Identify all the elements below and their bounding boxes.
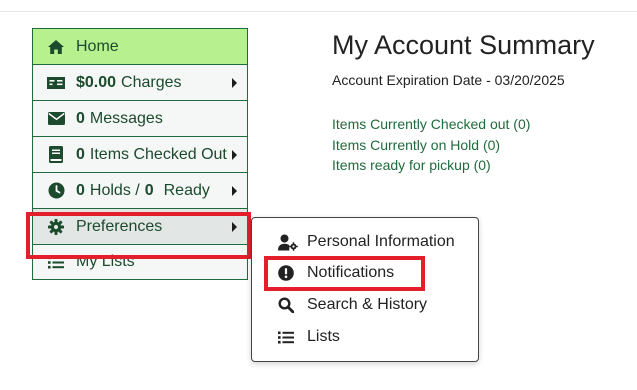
menu-item-lists[interactable]: Lists — [278, 322, 340, 352]
sidebar-item-label: Charges — [121, 73, 182, 91]
sidebar-item-messages[interactable]: 0 Messages — [32, 100, 248, 136]
sidebar-item-preferences[interactable]: Preferences — [32, 208, 248, 244]
account-sidebar: Home $0.00 Charges 0 Messages 0 Items Ch… — [32, 28, 248, 280]
menu-item-label: Lists — [307, 328, 340, 345]
sidebar-item-holds[interactable]: 0 Holds / 0 Ready — [32, 172, 248, 208]
account-summary-links: Items Currently Checked out (0) Items Cu… — [332, 114, 530, 176]
caret-right-icon — [232, 149, 237, 160]
holds-count: 0 — [76, 181, 85, 199]
exclamation-circle-icon — [278, 264, 298, 282]
menu-item-label: Notifications — [307, 264, 395, 281]
list-icon — [278, 328, 298, 346]
search-icon — [278, 296, 298, 314]
preferences-dropdown: Personal Information Notifications Searc… — [251, 217, 479, 362]
caret-right-icon — [232, 77, 237, 88]
clock-icon — [47, 182, 65, 200]
charges-amount: $0.00 — [76, 73, 117, 91]
menu-item-label: Personal Information — [307, 233, 455, 250]
link-ready-pickup[interactable]: Items ready for pickup (0) — [332, 155, 530, 176]
messages-count: 0 — [76, 109, 85, 127]
caret-right-icon — [232, 185, 237, 196]
top-divider — [0, 11, 637, 12]
link-checked-out[interactable]: Items Currently Checked out (0) — [332, 114, 530, 135]
sidebar-item-home[interactable]: Home — [32, 28, 248, 64]
gear-icon — [47, 218, 65, 236]
list-icon — [47, 253, 65, 271]
menu-item-label: Search & History — [307, 296, 428, 313]
link-on-hold[interactable]: Items Currently on Hold (0) — [332, 135, 530, 156]
menu-item-notifications[interactable]: Notifications — [278, 258, 394, 288]
checked-out-count: 0 — [76, 145, 85, 163]
sidebar-item-label: Messages — [89, 109, 163, 127]
sidebar-item-label: Preferences — [76, 217, 163, 235]
home-icon — [47, 38, 65, 56]
envelope-icon — [47, 110, 65, 128]
account-expiration: Account Expiration Date - 03/20/2025 — [332, 72, 565, 88]
user-gear-icon — [278, 233, 298, 251]
sidebar-item-charges[interactable]: $0.00 Charges — [32, 64, 248, 100]
charges-icon — [47, 74, 65, 92]
menu-item-search-history[interactable]: Search & History — [278, 290, 427, 320]
sidebar-item-checked-out[interactable]: 0 Items Checked Out — [32, 136, 248, 172]
sidebar-item-label: My Lists — [76, 253, 135, 270]
sidebar-item-my-lists[interactable]: My Lists — [32, 244, 248, 280]
ready-label: Ready — [163, 181, 210, 199]
book-icon — [47, 146, 65, 164]
menu-item-personal-information[interactable]: Personal Information — [278, 227, 455, 257]
sidebar-item-label: Items Checked Out — [89, 145, 227, 163]
sidebar-item-label: Home — [76, 37, 119, 55]
holds-label: Holds / — [89, 181, 140, 199]
ready-count: 0 — [144, 181, 154, 199]
caret-right-icon — [232, 221, 237, 232]
page-title: My Account Summary — [332, 30, 595, 60]
